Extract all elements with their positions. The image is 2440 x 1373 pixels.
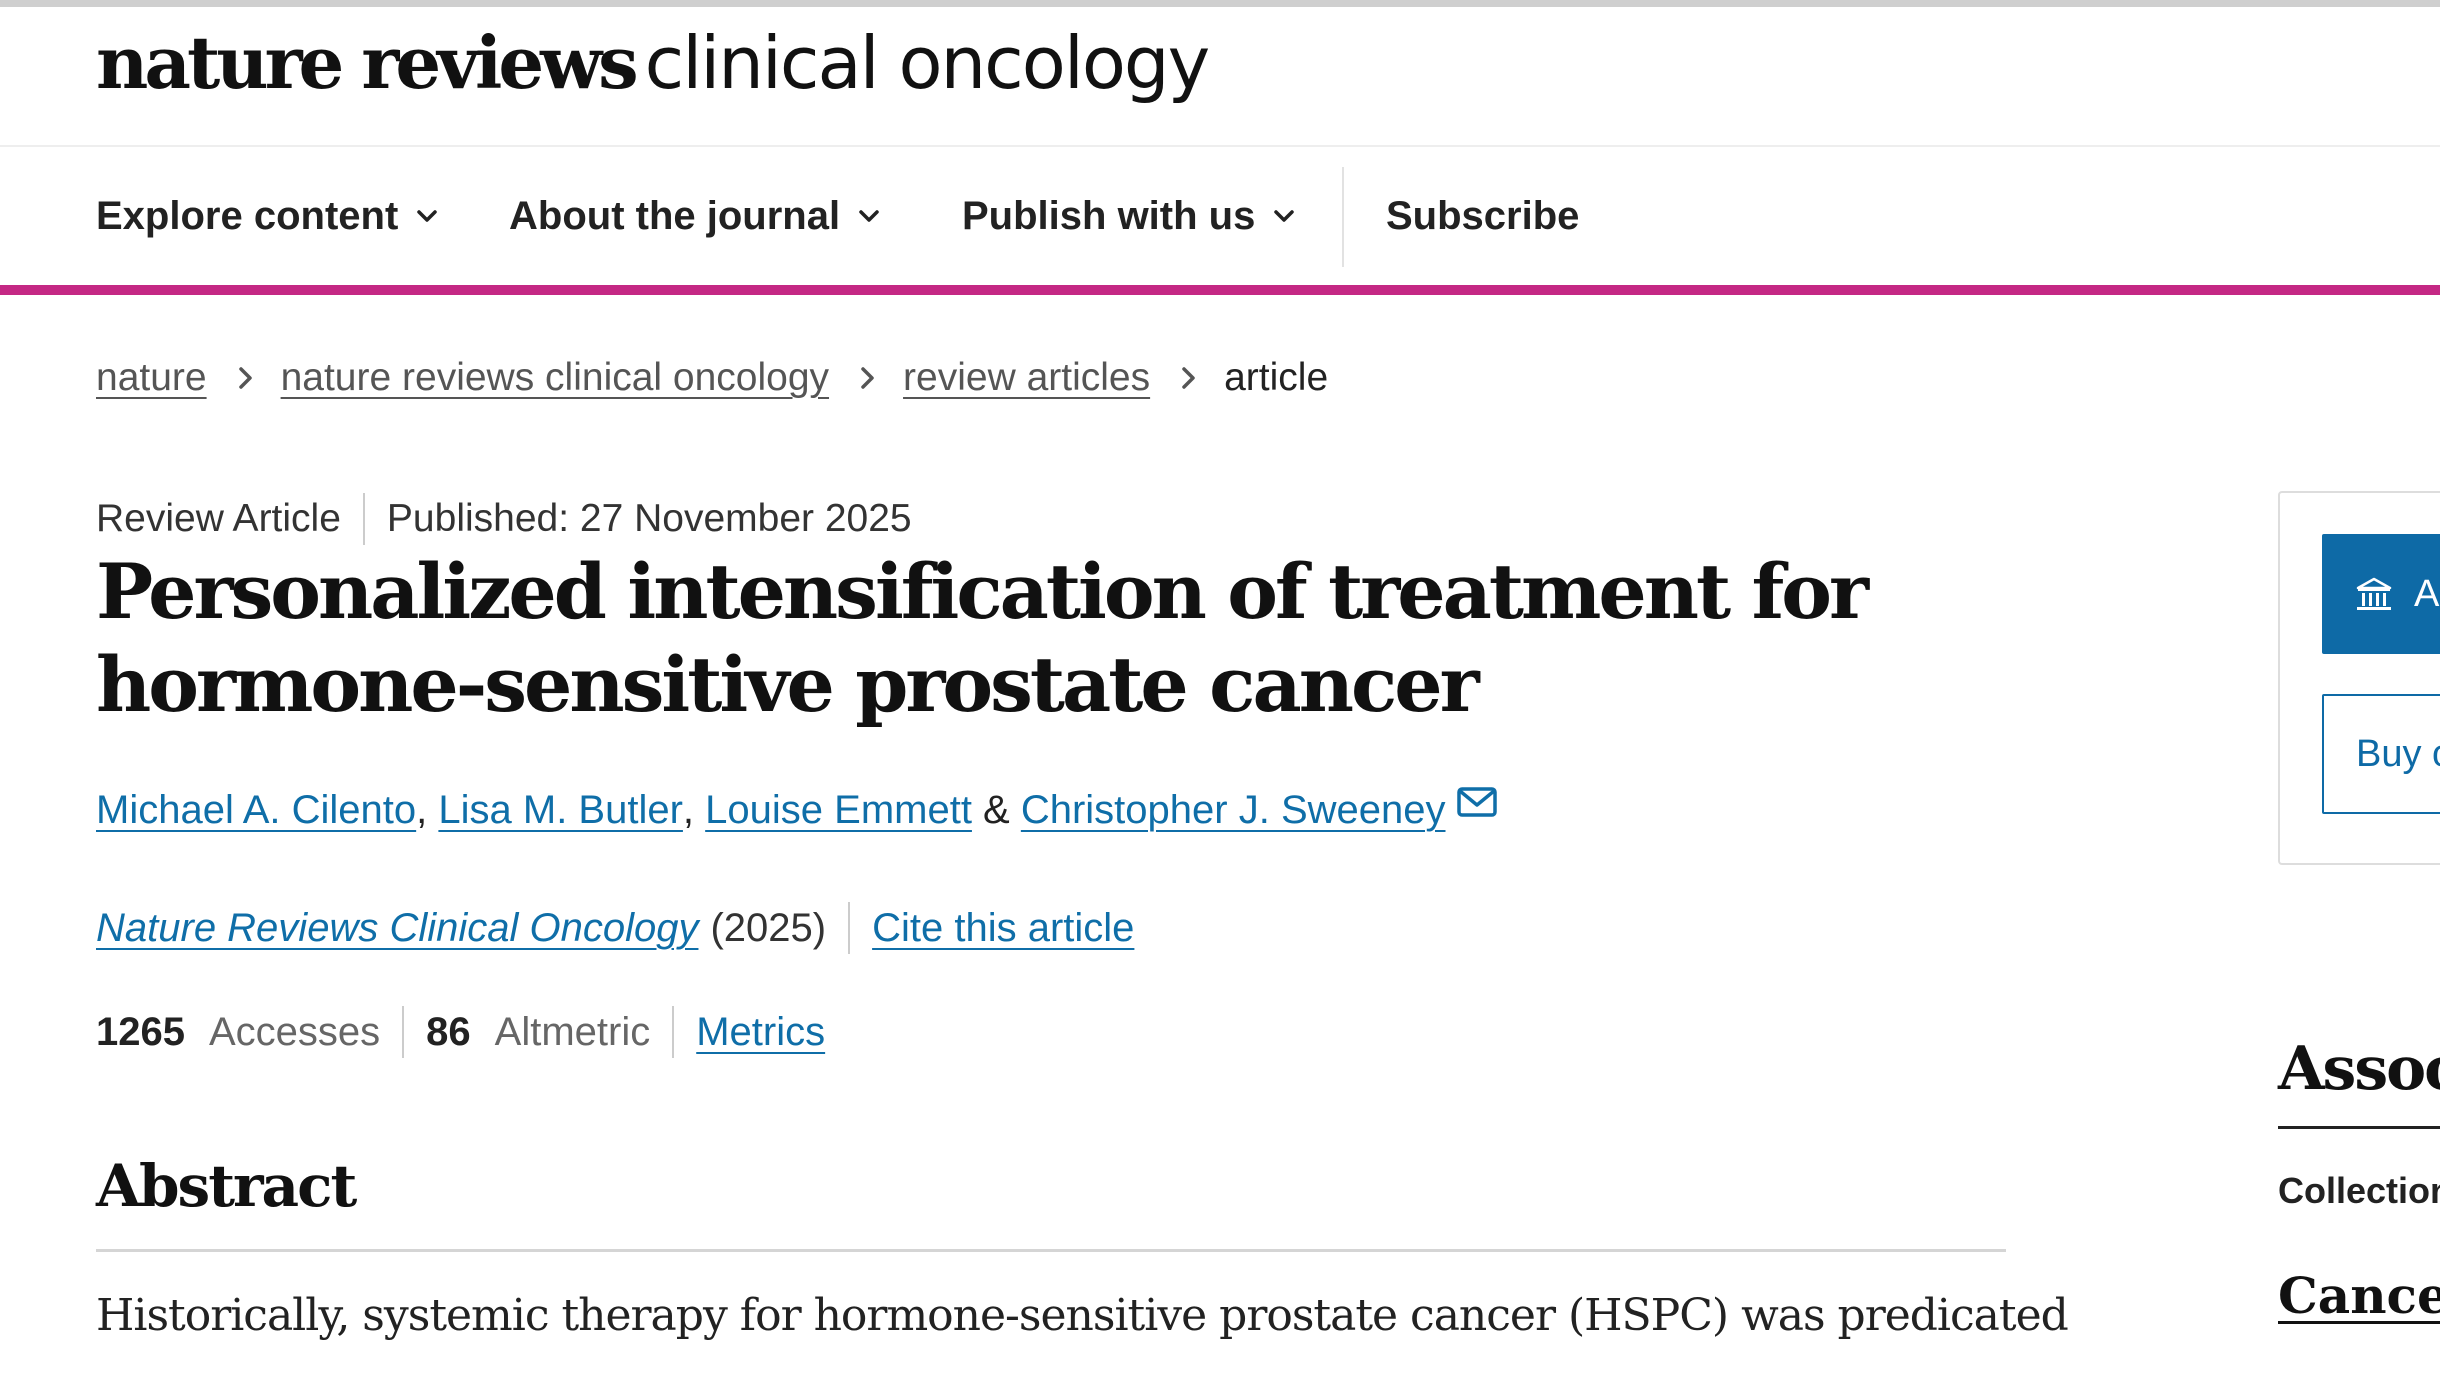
metrics-link[interactable]: Metrics — [696, 1010, 825, 1055]
article-type: Review Article — [96, 497, 341, 540]
author-separator: , — [416, 787, 439, 832]
journal-logo[interactable]: nature reviews clinical oncology — [96, 27, 1210, 100]
breadcrumb-link-review-articles[interactable]: review articles — [903, 356, 1150, 400]
site-header: nature reviews clinical oncology — [0, 7, 2440, 147]
journal-citation: Nature Reviews Clinical Oncology (2025) … — [96, 898, 1134, 958]
nav-item-label: Explore content — [96, 193, 399, 238]
breadcrumb: nature nature reviews clinical oncology … — [96, 350, 1328, 406]
author-separator: , — [682, 787, 706, 832]
breadcrumb-link-journal[interactable]: nature reviews clinical oncology — [281, 356, 829, 400]
abstract-text: Historically, systemic therapy for hormo… — [96, 1290, 2069, 1341]
associated-content-heading: Assoc — [2278, 1034, 2440, 1104]
chevron-down-icon — [1274, 210, 1295, 222]
metrics-divider — [402, 1006, 405, 1058]
chevron-right-icon — [238, 367, 252, 389]
altmetric-label: Altmetric — [494, 1009, 651, 1054]
nav-subscribe[interactable]: Subscribe — [1386, 147, 1579, 285]
nav-item-label: Subscribe — [1386, 193, 1580, 238]
chevron-down-icon — [417, 210, 438, 222]
article-title: Personalized intensification of treatmen… — [96, 547, 1869, 729]
metrics-divider — [672, 1006, 675, 1058]
author-link[interactable]: Christopher J. Sweeney — [1021, 788, 1446, 833]
author-link[interactable]: Louise Emmett — [705, 788, 972, 833]
logo-bold-text: nature reviews — [96, 20, 639, 105]
main-nav: Explore content About the journal Publis… — [0, 147, 2440, 285]
nav-divider — [1342, 167, 1344, 267]
chevron-right-icon — [1182, 367, 1195, 389]
citation-divider — [848, 902, 851, 954]
author-link[interactable]: Michael A. Cilento — [96, 788, 416, 833]
collection-link[interactable]: Cancer — [2278, 1266, 2440, 1325]
abstract-divider — [96, 1249, 2006, 1252]
nav-publish-with-us[interactable]: Publish with us — [962, 147, 1297, 285]
cite-article-link[interactable]: Cite this article — [872, 906, 1134, 951]
breadcrumb-link-nature[interactable]: nature — [96, 356, 207, 400]
browser-top-strip — [0, 0, 2440, 7]
logo-light-text: clinical oncology — [644, 21, 1211, 105]
breadcrumb-current: article — [1224, 356, 1329, 399]
chevron-down-icon — [859, 210, 879, 222]
nav-item-label: Publish with us — [962, 193, 1256, 238]
nav-accent-bar — [0, 285, 2440, 295]
author-list: Michael A. Cilento, Lisa M. Butler, Loui… — [96, 780, 1498, 840]
author-link[interactable]: Lisa M. Butler — [438, 788, 683, 833]
buy-button-label: Buy o — [2356, 732, 2440, 775]
email-icon[interactable] — [1456, 785, 1498, 821]
collection-label: Collection — [2278, 1170, 2440, 1211]
nav-item-label: About the journal — [509, 193, 841, 238]
chevron-right-icon — [861, 367, 874, 389]
access-button-label: Ac — [2414, 572, 2440, 615]
accesses-label: Accesses — [208, 1009, 381, 1054]
buy-article-button[interactable]: Buy o — [2322, 694, 2440, 814]
article-meta: Review Article Published: 27 November 20… — [96, 490, 912, 548]
article-metrics: 1265 Accesses 86 Altmetric Metrics — [96, 1002, 825, 1062]
author-separator: & — [971, 787, 1021, 832]
institution-icon — [2356, 577, 2392, 610]
publication-year: (2025) — [710, 905, 827, 950]
meta-divider — [362, 493, 365, 545]
abstract-heading: Abstract — [96, 1152, 357, 1220]
institutional-access-button[interactable]: Ac — [2322, 534, 2440, 654]
nav-explore-content[interactable]: Explore content — [96, 147, 440, 285]
published-date: Published: 27 November 2025 — [386, 497, 912, 540]
associated-divider — [2278, 1126, 2440, 1129]
journal-link[interactable]: Nature Reviews Clinical Oncology — [96, 906, 698, 951]
accesses-count: 1265 — [96, 1009, 185, 1054]
altmetric-count: 86 — [426, 1009, 471, 1054]
nav-about-journal[interactable]: About the journal — [509, 147, 882, 285]
